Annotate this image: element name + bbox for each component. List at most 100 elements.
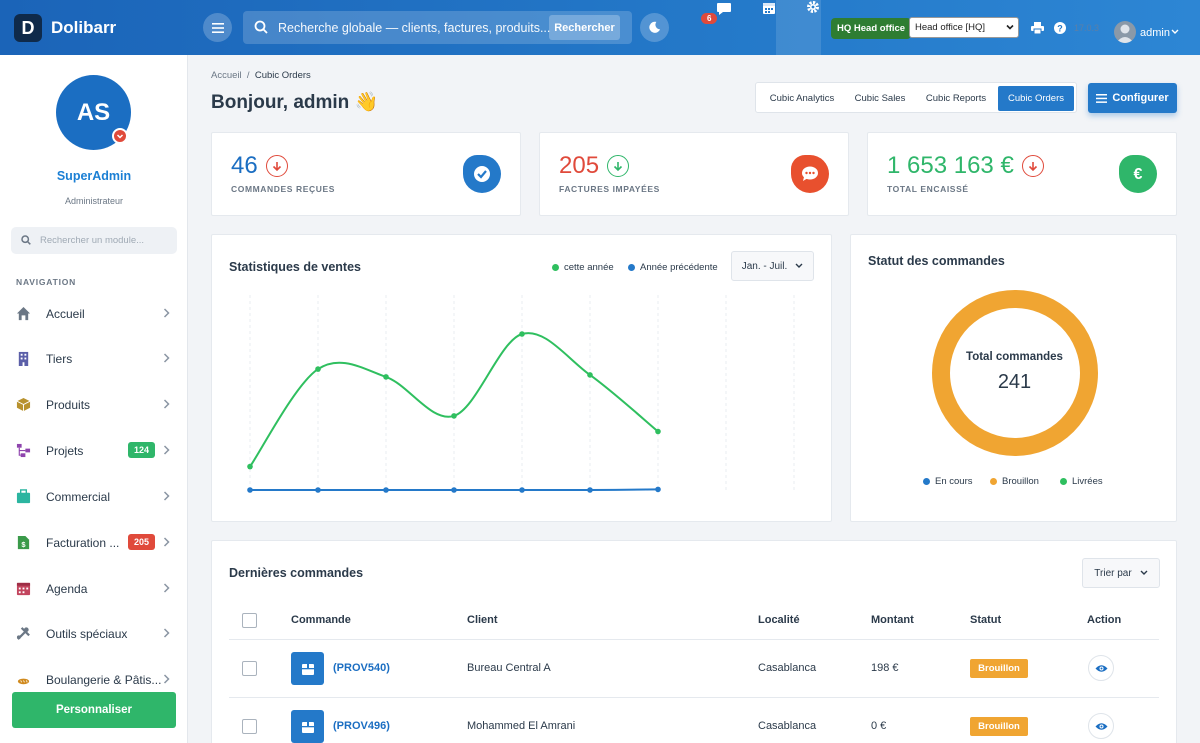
sidebar-item-accueil[interactable]: Accueil — [0, 298, 188, 328]
data-point[interactable] — [315, 487, 321, 493]
data-point[interactable] — [383, 374, 389, 380]
dolibarr-logo[interactable]: D — [14, 14, 42, 42]
help-icon[interactable]: ? — [1054, 22, 1066, 34]
sidebar-item-produits[interactable]: Produits — [0, 389, 188, 419]
entity-badge: HQ Head office — [831, 18, 912, 39]
legend-livrees[interactable]: Livrées — [1060, 476, 1103, 487]
column-header-localite[interactable]: Localité — [758, 614, 800, 626]
legend-dot — [990, 478, 997, 485]
sidebar-item-boulangerie[interactable]: Boulangerie & Pâtis... — [0, 664, 188, 694]
configure-button[interactable]: Configurer — [1088, 83, 1177, 113]
search-input[interactable]: Recherche globale — clients, factures, p… — [278, 21, 550, 35]
svg-text:€: € — [1134, 166, 1143, 183]
data-point[interactable] — [655, 428, 661, 435]
row-checkbox[interactable] — [242, 719, 257, 734]
kpi-value-row: 205 — [559, 152, 630, 180]
chevron-right-icon — [163, 674, 170, 684]
breadcrumb-home[interactable]: Accueil — [211, 70, 242, 81]
brand-name[interactable]: Dolibarr — [51, 18, 116, 38]
column-header-commande[interactable]: Commande — [291, 614, 351, 626]
dark-mode-toggle[interactable] — [640, 13, 669, 42]
svg-text:?: ? — [1057, 24, 1063, 34]
chevron-right-icon — [163, 491, 170, 501]
orders-table-card: Dernières commandes Trier par — [211, 540, 1177, 743]
order-box-icon — [291, 710, 324, 743]
sidebar-item-label: Commercial — [46, 490, 111, 504]
sidebar-item-label: Agenda — [46, 582, 88, 596]
search-icon — [21, 235, 31, 245]
profile-name[interactable]: SuperAdmin — [0, 169, 188, 183]
configure-label: Configurer — [1112, 92, 1169, 104]
data-point[interactable] — [587, 487, 593, 493]
data-point[interactable] — [655, 486, 661, 493]
gear-icon[interactable] — [806, 0, 820, 14]
sidebar-item-agenda[interactable]: Agenda — [0, 573, 188, 603]
kpi-card-invoices: 205 FACTURES IMPAYÉES — [539, 132, 849, 216]
sidebar-item-tiers[interactable]: Tiers — [0, 343, 188, 373]
tab-cubic-orders[interactable]: Cubic Orders — [998, 86, 1074, 111]
module-tabs: Cubic Analytics Cubic Sales Cubic Report… — [755, 82, 1077, 113]
data-point[interactable] — [519, 331, 525, 337]
tab-cubic-sales[interactable]: Cubic Sales — [847, 86, 913, 111]
row-checkbox[interactable] — [242, 661, 257, 676]
sidebar-item-commercial[interactable]: Commercial — [0, 481, 188, 511]
user-name[interactable]: admin — [1140, 27, 1170, 39]
chevron-down-icon[interactable] — [1171, 29, 1179, 35]
sales-line-chart — [247, 295, 795, 493]
order-ref-link[interactable]: (PROV496) — [333, 720, 390, 732]
column-header-montant[interactable]: Montant — [871, 614, 914, 626]
chevron-right-icon — [163, 399, 170, 409]
nav-heading: NAVIGATION — [16, 277, 77, 287]
moon-icon — [649, 21, 661, 33]
view-order-button[interactable] — [1088, 655, 1114, 681]
sidebar-item-outils[interactable]: Outils spéciaux — [0, 618, 188, 648]
data-point[interactable] — [247, 463, 253, 470]
menu-toggle-button[interactable] — [203, 13, 232, 42]
column-header-statut[interactable]: Statut — [970, 614, 1001, 626]
eye-icon — [1095, 664, 1107, 672]
legend-en-cours[interactable]: En cours — [923, 476, 973, 487]
donut-center-total: 241 — [997, 371, 1032, 393]
building-icon — [18, 351, 29, 366]
module-search[interactable]: Rechercher un module... — [11, 227, 177, 254]
column-header-client[interactable]: Client — [467, 614, 498, 626]
view-order-button[interactable] — [1088, 713, 1114, 739]
data-point[interactable] — [519, 487, 525, 493]
calendar-icon[interactable] — [762, 1, 776, 15]
sort-dropdown[interactable]: Trier par — [1082, 558, 1160, 588]
printer-icon[interactable] — [1031, 22, 1044, 34]
invoices-count-badge: 205 — [128, 534, 156, 550]
select-all-checkbox[interactable] — [242, 613, 257, 628]
data-point[interactable] — [587, 372, 593, 378]
box-icon — [16, 397, 31, 412]
messages-icon[interactable] — [716, 2, 732, 16]
search-button[interactable]: Rechercher — [549, 15, 620, 40]
version-text: 17.0.3 — [1074, 23, 1100, 33]
customize-button[interactable]: Personnaliser — [12, 692, 176, 728]
order-ref-link[interactable]: (PROV540) — [333, 662, 390, 674]
user-avatar[interactable] — [1114, 21, 1136, 43]
tab-cubic-analytics[interactable]: Cubic Analytics — [759, 86, 845, 111]
profile-role: Administrateur — [64, 196, 124, 206]
profile-status-icon[interactable] — [112, 128, 128, 144]
data-point[interactable] — [383, 487, 389, 493]
data-point[interactable] — [451, 413, 457, 419]
module-search-input[interactable]: Rechercher un module... — [40, 235, 144, 246]
order-amount: 0 € — [871, 720, 887, 732]
data-point[interactable] — [247, 487, 253, 493]
breadcrumb: Accueil / Cubic Orders — [211, 70, 311, 81]
chevron-down-icon — [1140, 570, 1148, 575]
entity-select[interactable]: Head office [HQ] — [909, 17, 1019, 38]
kpi-card-revenue: 1 653 163 € TOTAL ENCAISSÉ € — [867, 132, 1177, 216]
data-point[interactable] — [315, 366, 321, 372]
arrow-down-icon — [265, 155, 288, 177]
sidebar-item-facturation[interactable]: $ Facturation ... 205 — [0, 527, 188, 557]
tab-cubic-reports[interactable]: Cubic Reports — [917, 86, 995, 111]
status-badge: Brouillon — [970, 659, 1028, 678]
chevron-down-icon — [1006, 24, 1014, 30]
global-search[interactable]: Recherche globale — clients, factures, p… — [243, 11, 632, 44]
data-point[interactable] — [451, 487, 457, 493]
arrow-down-icon — [607, 155, 630, 177]
sidebar-item-projets[interactable]: Projets 124 — [0, 435, 188, 465]
legend-brouillon[interactable]: Brouillon — [990, 476, 1039, 487]
